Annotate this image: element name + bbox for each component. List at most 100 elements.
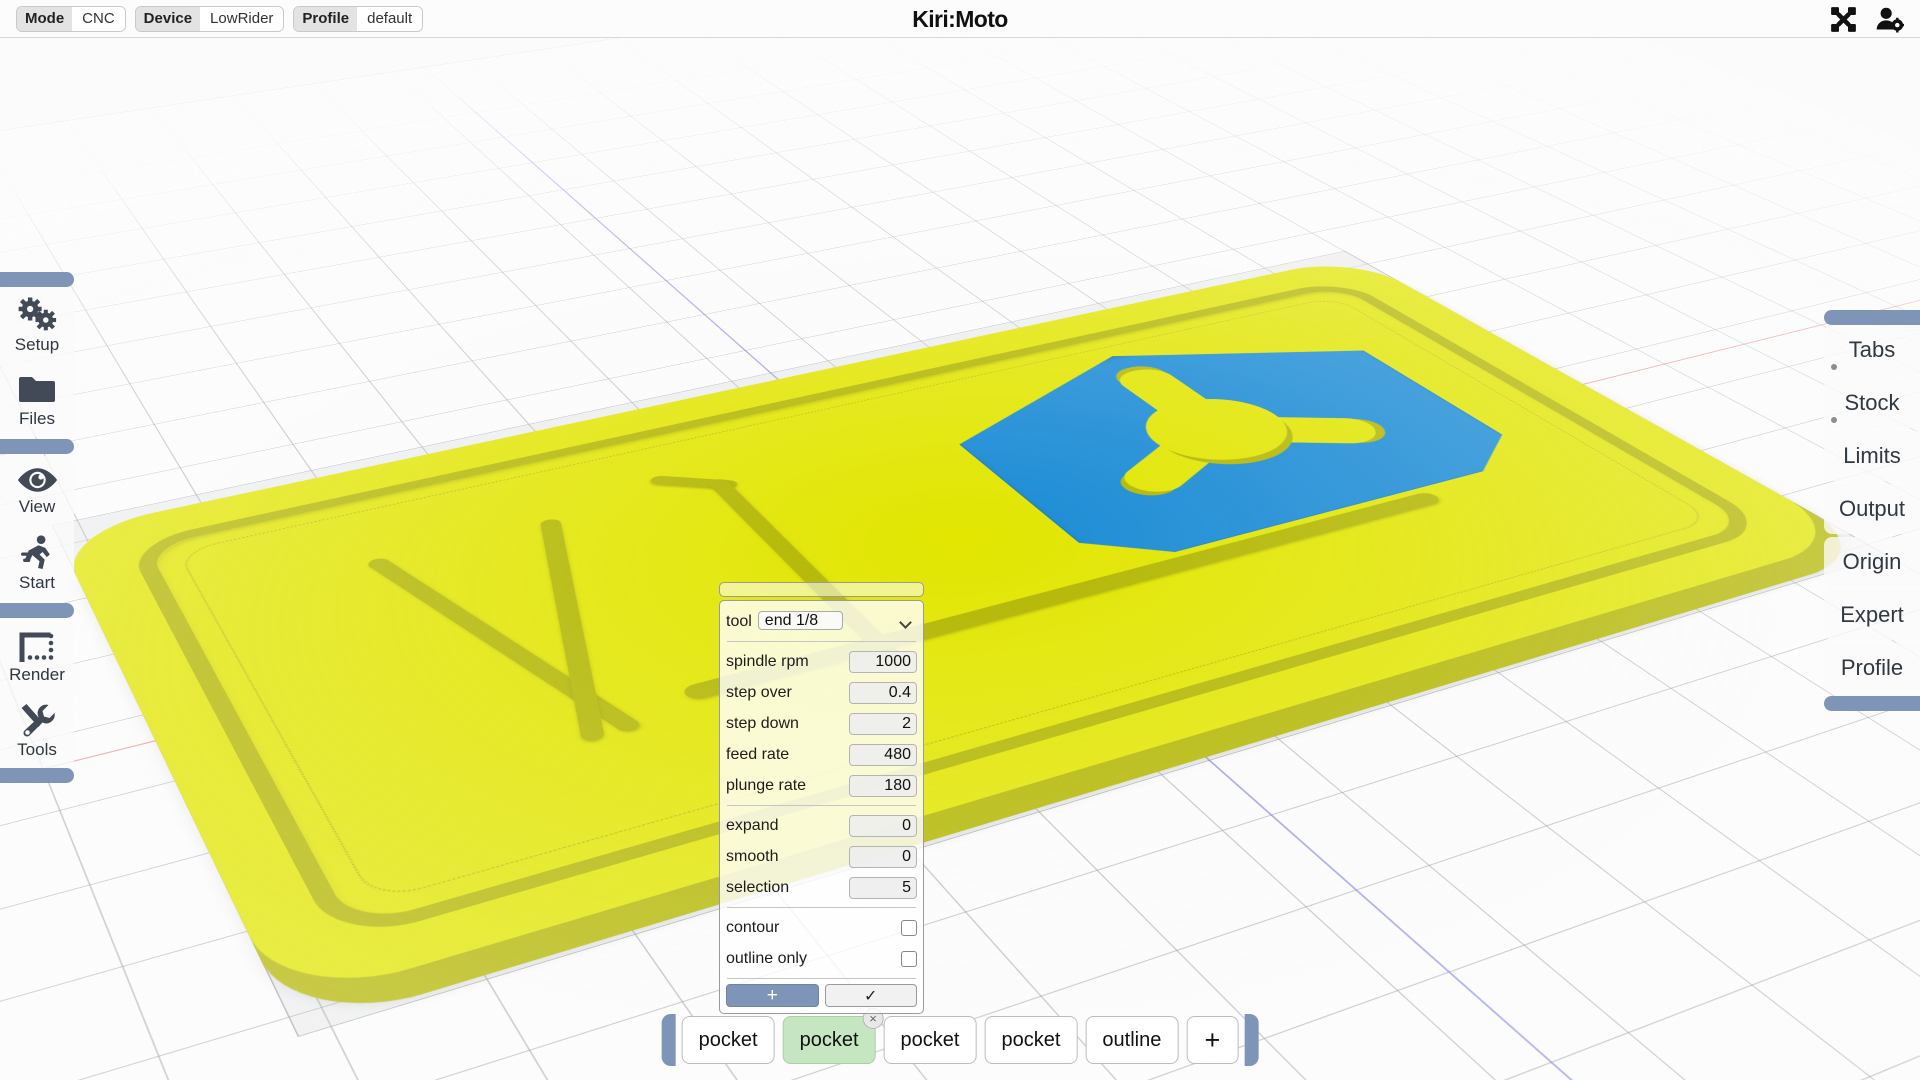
render-corner-icon: [18, 630, 56, 662]
sidebar-group-render: Render Tools: [0, 620, 74, 768]
eye-icon: [16, 466, 59, 494]
add-op-tab-button[interactable]: +: [1186, 1016, 1239, 1064]
op-bar-cap-right: [1244, 1014, 1259, 1066]
sidebar-item-view[interactable]: View: [0, 456, 74, 525]
op-tab-pocket-2[interactable]: pocket ×: [782, 1008, 884, 1064]
sidebar-cap-mid-1: [0, 439, 74, 454]
sidebar-item-tools[interactable]: Tools: [0, 693, 74, 768]
expand-input[interactable]: 0: [849, 814, 917, 837]
outline-only-checkbox[interactable]: [901, 950, 917, 967]
spindle-rpm-input[interactable]: 1000: [849, 650, 917, 673]
top-bar-actions: [1830, 0, 1904, 38]
feed-rate-input[interactable]: 480: [849, 743, 917, 766]
field-row: step over 0.4: [726, 677, 917, 708]
sidebar-item-label: View: [18, 497, 56, 516]
add-operation-button[interactable]: +: [726, 984, 819, 1007]
right-sidebar-cap-top: [1824, 310, 1920, 325]
sidebar-item-output[interactable]: Output: [1824, 484, 1920, 534]
smooth-input[interactable]: 0: [849, 845, 917, 868]
panel-drag-handle[interactable]: [719, 582, 924, 597]
field-row: feed rate 480: [726, 739, 917, 770]
sidebar-item-profile[interactable]: Profile: [1824, 643, 1920, 693]
operation-settings-panel: tool end 1/8 spindle rpm 1000 step over …: [719, 582, 924, 1014]
chevron-down-icon: [899, 616, 912, 629]
op-tab-pocket-3[interactable]: pocket: [883, 1016, 977, 1064]
sidebar-item-label: Origin: [1842, 549, 1902, 574]
panel-divider: [727, 907, 916, 908]
step-down-input[interactable]: 2: [849, 712, 917, 735]
contour-checkbox[interactable]: [901, 919, 917, 936]
sidebar-item-label: Limits: [1843, 443, 1901, 468]
sidebar-item-label: Output: [1838, 496, 1906, 521]
panel-divider: [727, 641, 916, 642]
sidebar-item-render[interactable]: Render: [0, 620, 74, 693]
smooth-label: smooth: [726, 847, 779, 865]
checkbox-row: contour: [726, 912, 917, 943]
status-dot: [1831, 364, 1837, 370]
checkbox-row: outline only: [726, 943, 917, 974]
selection-label: selection: [726, 878, 790, 896]
device-pill-key: Device: [135, 6, 201, 31]
top-bar: Mode CNC Device LowRider Profile default…: [0, 0, 1920, 38]
sidebar-item-label: Profile: [1840, 655, 1904, 680]
sidebar-item-files[interactable]: Files: [0, 363, 74, 437]
gears-icon: [17, 297, 58, 332]
user-settings-icon[interactable]: [1875, 6, 1904, 33]
profile-pill[interactable]: Profile default: [293, 5, 424, 32]
op-tab-outline[interactable]: outline: [1085, 1016, 1179, 1064]
status-dot: [1831, 417, 1837, 423]
panel-buttons: + ✓: [726, 984, 917, 1007]
confirm-button[interactable]: ✓: [824, 984, 917, 1007]
sidebar-item-label: Stock: [1844, 390, 1900, 415]
field-row: step down 2: [726, 708, 917, 739]
sidebar-item-setup[interactable]: Setup: [0, 287, 74, 363]
fullscreen-icon[interactable]: [1830, 6, 1857, 33]
step-down-label: step down: [726, 714, 799, 732]
field-row: expand 0: [726, 810, 917, 841]
op-tab-pocket-1[interactable]: pocket: [681, 1016, 775, 1064]
context-pills: Mode CNC Device LowRider Profile default: [16, 5, 424, 32]
panel-divider: [727, 978, 916, 979]
sidebar-item-tabs[interactable]: Tabs: [1824, 325, 1920, 375]
sidebar-item-stock[interactable]: Stock: [1824, 378, 1920, 428]
field-row: spindle rpm 1000: [726, 646, 917, 677]
wrench-screwdriver-icon: [18, 703, 57, 737]
operation-tabs: pocket pocket × pocket pocket outline +: [676, 1008, 1245, 1064]
sidebar-item-origin[interactable]: Origin: [1824, 537, 1920, 587]
sidebar-item-label: Files: [19, 409, 55, 428]
selection-input[interactable]: 5: [849, 876, 917, 899]
tool-select-wrap[interactable]: end 1/8: [757, 609, 917, 634]
tool-select[interactable]: end 1/8: [757, 611, 844, 630]
device-pill-value: LowRider: [200, 6, 284, 31]
mode-pill-value: CNC: [72, 6, 125, 31]
profile-pill-value: default: [357, 6, 423, 31]
sidebar-cap-top: [0, 272, 74, 287]
sidebar-group-view: View Start: [0, 456, 74, 601]
runner-icon: [20, 535, 55, 570]
panel-body: tool end 1/8 spindle rpm 1000 step over …: [719, 600, 924, 1014]
sidebar-item-label: Setup: [14, 335, 60, 354]
field-row: smooth 0: [726, 841, 917, 872]
plunge-rate-label: plunge rate: [726, 776, 807, 794]
sidebar-cap-mid-2: [0, 603, 74, 618]
op-tab-pocket-4[interactable]: pocket: [984, 1016, 1078, 1064]
tool-label: tool: [726, 612, 752, 630]
plunge-rate-input[interactable]: 180: [849, 774, 917, 797]
sidebar-item-start[interactable]: Start: [0, 525, 74, 601]
sidebar-cap-bottom: [0, 768, 74, 783]
operation-tab-bar: pocket pocket × pocket pocket outline +: [661, 1008, 1259, 1066]
sidebar-item-label: Tools: [17, 740, 57, 759]
left-sidebar: Setup Files View Start Render Tools: [0, 272, 78, 783]
step-over-input[interactable]: 0.4: [849, 681, 917, 704]
workspace-grid: [0, 0, 1920, 1080]
expand-label: expand: [726, 816, 779, 834]
sidebar-item-expert[interactable]: Expert: [1824, 590, 1920, 640]
contour-label: contour: [726, 918, 780, 936]
3d-viewport[interactable]: [0, 0, 1920, 1080]
sidebar-item-limits[interactable]: Limits: [1824, 431, 1920, 481]
profile-pill-key: Profile: [294, 6, 358, 31]
device-pill[interactable]: Device LowRider: [134, 5, 285, 32]
mode-pill[interactable]: Mode CNC: [16, 5, 126, 32]
kirimoto-app: Mode CNC Device LowRider Profile default…: [0, 0, 1920, 1080]
folder-icon: [17, 373, 57, 406]
